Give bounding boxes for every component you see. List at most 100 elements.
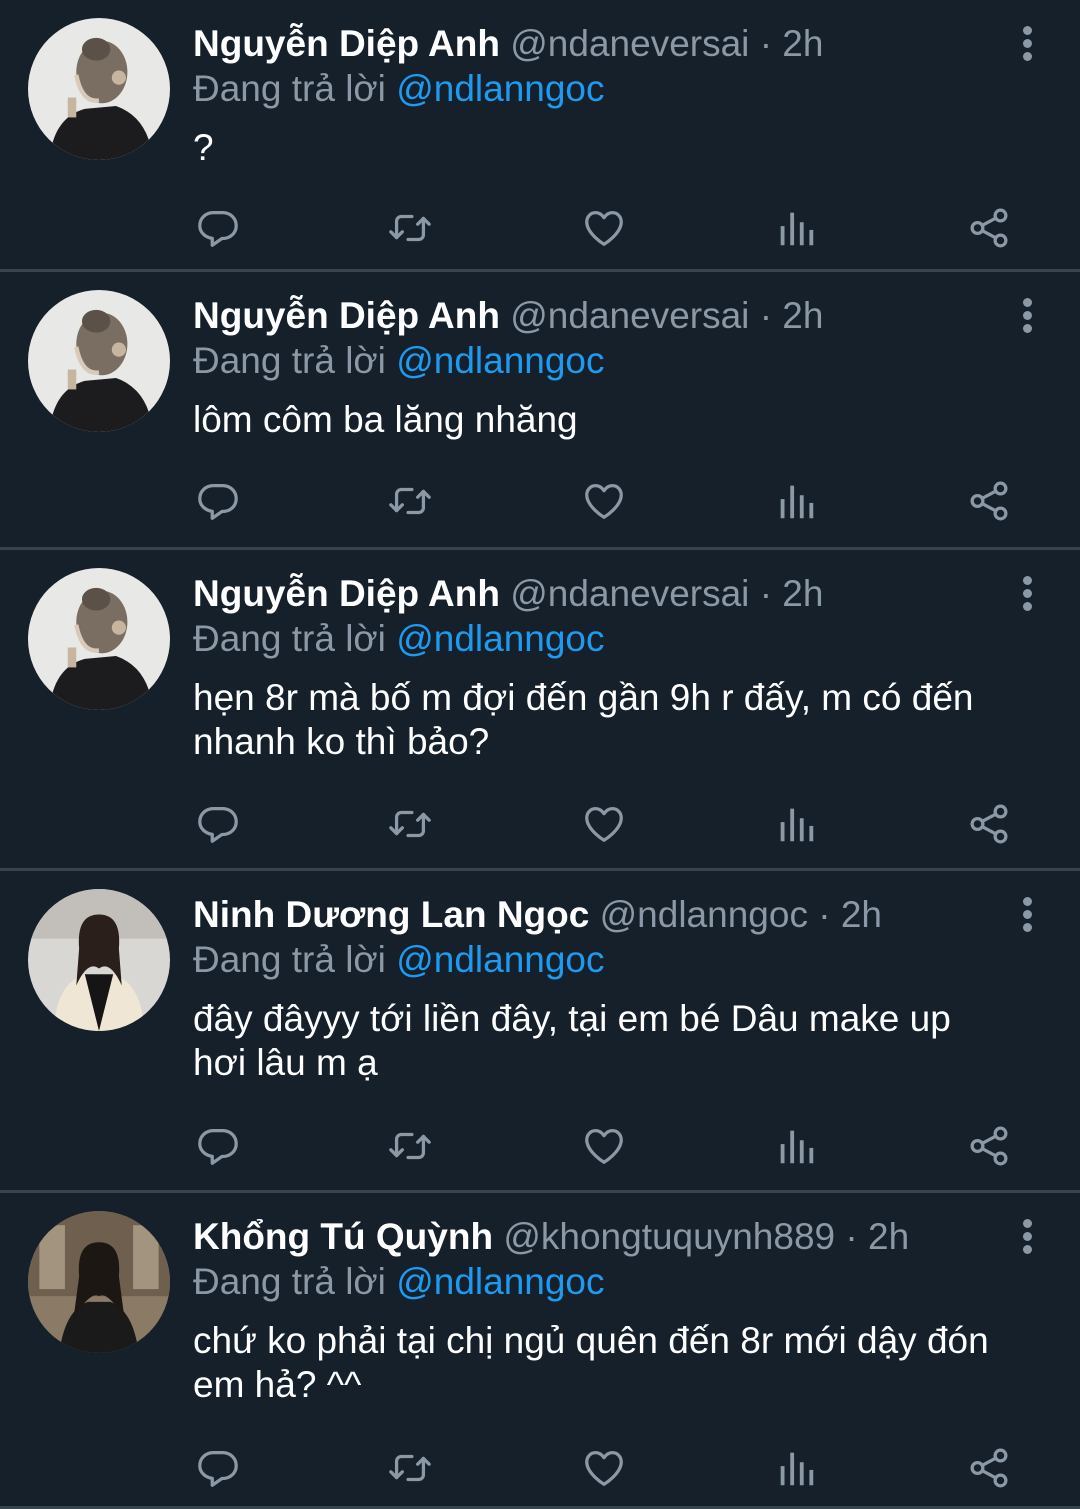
timestamp: · 2h [759,573,824,614]
share-icon [970,1448,1008,1488]
retweet-button[interactable] [385,800,435,848]
timestamp: · 2h [759,295,824,336]
tweet-header: Ninh Dương Lan Ngọc @ndlanngoc · 2h [193,893,1010,937]
share-button[interactable] [964,1444,1014,1492]
analytics-button[interactable] [771,204,821,252]
retweet-icon [389,487,431,515]
analytics-button[interactable] [771,477,821,525]
like-button[interactable] [579,204,629,252]
retweet-icon [389,810,431,838]
like-button[interactable] [579,1122,629,1170]
retweet-button[interactable] [385,204,435,252]
share-button[interactable] [964,204,1014,252]
retweet-icon [389,1454,431,1482]
replying-label: Đang trả lời [193,618,386,659]
replying-label: Đang trả lời [193,340,386,381]
tweet-content: Ninh Dương Lan Ngọc @ndlanngoc · 2h Đang… [193,893,1010,1085]
reply-button[interactable] [193,204,243,252]
display-name[interactable]: Nguyễn Diệp Anh [193,295,500,336]
tweet-actions [193,800,1014,848]
like-button[interactable] [579,800,629,848]
tweet-header: Khổng Tú Quỳnh @khongtuquynh889 · 2h [193,1215,1010,1259]
replying-to: Đang trả lời @ndlanngoc [193,338,1010,384]
share-icon [970,481,1008,521]
mention-link[interactable]: @ndlanngoc [396,340,604,381]
retweet-button[interactable] [385,477,435,525]
reply-button[interactable] [193,800,243,848]
reply-icon [198,807,238,843]
share-icon [970,208,1008,248]
tweet[interactable]: Nguyễn Diệp Anh @ndaneversai · 2h Đang t… [0,0,1080,272]
avatar-2[interactable] [28,889,170,1031]
analytics-button[interactable] [771,1122,821,1170]
analytics-icon [780,1130,814,1164]
avatar-1[interactable] [28,290,170,432]
reply-button[interactable] [193,1122,243,1170]
replying-to: Đang trả lời @ndlanngoc [193,66,1010,112]
more-options-icon[interactable] [1020,26,1034,62]
tweet-actions [193,1444,1014,1492]
replying-label: Đang trả lời [193,68,386,109]
tweet-actions [193,1122,1014,1170]
user-handle[interactable]: @ndlanngoc [600,894,808,935]
analytics-icon [780,485,814,519]
tweet-header: Nguyễn Diệp Anh @ndaneversai · 2h [193,572,1010,616]
avatar-1[interactable] [28,18,170,160]
user-handle[interactable]: @khongtuquynh889 [503,1216,835,1257]
share-button[interactable] [964,800,1014,848]
tweet-feed: Nguyễn Diệp Anh @ndaneversai · 2h Đang t… [0,0,1080,1509]
retweet-button[interactable] [385,1122,435,1170]
retweet-icon [389,1132,431,1160]
like-icon [585,807,623,842]
more-options-icon[interactable] [1020,298,1034,334]
reply-icon [198,1129,238,1165]
replying-label: Đang trả lời [193,1261,386,1302]
like-button[interactable] [579,1444,629,1492]
tweet[interactable]: Ninh Dương Lan Ngọc @ndlanngoc · 2h Đang… [0,871,1080,1193]
mention-link[interactable]: @ndlanngoc [396,618,604,659]
like-icon [585,484,623,519]
display-name[interactable]: Nguyễn Diệp Anh [193,23,500,64]
replying-label: Đang trả lời [193,939,386,980]
display-name[interactable]: Khổng Tú Quỳnh [193,1216,493,1257]
analytics-button[interactable] [771,800,821,848]
share-icon [970,804,1008,844]
tweet-content: Khổng Tú Quỳnh @khongtuquynh889 · 2h Đan… [193,1215,1010,1407]
share-button[interactable] [964,477,1014,525]
user-handle[interactable]: @ndaneversai [510,23,749,64]
more-options-icon[interactable] [1020,576,1034,612]
mention-link[interactable]: @ndlanngoc [396,68,604,109]
tweet-header: Nguyễn Diệp Anh @ndaneversai · 2h [193,22,1010,66]
tweet-content: Nguyễn Diệp Anh @ndaneversai · 2h Đang t… [193,22,1010,170]
timestamp: · 2h [845,1216,910,1257]
display-name[interactable]: Ninh Dương Lan Ngọc [193,894,589,935]
mention-link[interactable]: @ndlanngoc [396,1261,604,1302]
analytics-icon [780,212,814,246]
display-name[interactable]: Nguyễn Diệp Anh [193,573,500,614]
like-icon [585,211,623,246]
user-handle[interactable]: @ndaneversai [510,295,749,336]
like-button[interactable] [579,477,629,525]
more-options-icon[interactable] [1020,1219,1034,1255]
analytics-button[interactable] [771,1444,821,1492]
tweet-content: Nguyễn Diệp Anh @ndaneversai · 2h Đang t… [193,572,1010,764]
reply-icon [198,211,238,247]
tweet-text: lôm côm ba lăng nhăng [193,399,578,440]
more-options-icon[interactable] [1020,897,1034,933]
tweet[interactable]: Nguyễn Diệp Anh @ndaneversai · 2h Đang t… [0,272,1080,550]
tweet-header: Nguyễn Diệp Anh @ndaneversai · 2h [193,294,1010,338]
mention-link[interactable]: @ndlanngoc [396,939,604,980]
reply-button[interactable] [193,1444,243,1492]
share-icon [970,1126,1008,1166]
user-handle[interactable]: @ndaneversai [510,573,749,614]
retweet-button[interactable] [385,1444,435,1492]
reply-button[interactable] [193,477,243,525]
share-button[interactable] [964,1122,1014,1170]
tweet-text: ? [193,127,214,168]
tweet[interactable]: Nguyễn Diệp Anh @ndaneversai · 2h Đang t… [0,550,1080,871]
tweet[interactable]: Khổng Tú Quỳnh @khongtuquynh889 · 2h Đan… [0,1193,1080,1509]
avatar-3[interactable] [28,1211,170,1353]
reply-icon [198,1451,238,1487]
avatar-1[interactable] [28,568,170,710]
replying-to: Đang trả lời @ndlanngoc [193,937,1010,983]
